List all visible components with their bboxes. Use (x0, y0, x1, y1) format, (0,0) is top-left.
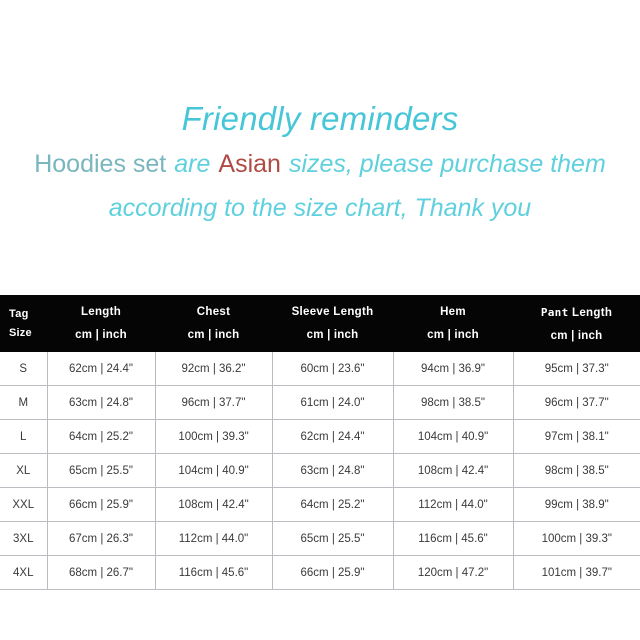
tag-size-line1: Tag (9, 308, 29, 320)
table-header: Tag Size Length cm | inch Chest cm | inc… (0, 295, 640, 352)
cell-length: 65cm | 25.5" (47, 453, 156, 488)
cell-hem: 98cm | 38.5" (393, 385, 514, 420)
column-header-pant-length: Pant Length cm | inch (513, 295, 640, 352)
cell-hem: 108cm | 42.4" (393, 453, 514, 488)
cell-length: 62cm | 24.4" (47, 352, 156, 386)
pant-header-label-mono: Pant (540, 305, 569, 319)
reminder-lead-text: Hoodies set (34, 150, 167, 178)
table-body: S 62cm | 24.4" 92cm | 36.2" 60cm | 23.6"… (0, 352, 640, 590)
cell-sleeve: 66cm | 25.9" (272, 555, 394, 590)
cell-tag: XXL (0, 487, 48, 522)
cell-length: 68cm | 26.7" (47, 555, 156, 590)
cell-hem: 120cm | 47.2" (393, 555, 514, 590)
chest-header-label: Chest (196, 306, 231, 318)
cell-chest: 112cm | 44.0" (155, 521, 273, 556)
column-header-hem: Hem cm | inch (393, 295, 513, 352)
table-row: M 63cm | 24.8" 96cm | 37.7" 61cm | 24.0"… (0, 385, 640, 420)
reminder-line-2: Hoodies set are Asian sizes, please purchas… (0, 142, 640, 186)
reminder-line-3: according to the size chart, Thank you (108, 194, 532, 222)
chest-header-unit: cm | inch (187, 329, 240, 341)
table-row: L 64cm | 25.2" 100cm | 39.3" 62cm | 24.4… (0, 419, 640, 454)
cell-pant: 96cm | 37.7" (513, 385, 640, 420)
sleeve-header-unit: cm | inch (306, 329, 359, 341)
table-row: 3XL 67cm | 26.3" 112cm | 44.0" 65cm | 25… (0, 521, 640, 556)
cell-sleeve: 60cm | 23.6" (272, 352, 394, 386)
cell-sleeve: 61cm | 24.0" (272, 385, 394, 420)
cell-chest: 96cm | 37.7" (155, 385, 273, 420)
cell-length: 64cm | 25.2" (47, 419, 156, 454)
cell-length: 67cm | 26.3" (47, 521, 156, 556)
cell-pant: 95cm | 37.3" (513, 352, 640, 386)
cell-pant: 100cm | 39.3" (513, 521, 640, 556)
cell-length: 63cm | 24.8" (47, 385, 156, 420)
cell-chest: 100cm | 39.3" (155, 419, 273, 454)
cell-tag: 4XL (0, 555, 48, 590)
cell-hem: 116cm | 45.6" (393, 521, 514, 556)
tag-size-line2: Size (9, 327, 32, 339)
friendly-reminder-block: Friendly reminders Hoodies set are Asian si… (0, 96, 640, 230)
cell-tag: L (0, 419, 48, 454)
cell-chest: 108cm | 42.4" (155, 487, 273, 522)
column-header-sleeve-length: Sleeve Length cm | inch (272, 295, 393, 352)
reminder-title: Friendly reminders (181, 100, 459, 137)
cell-hem: 112cm | 44.0" (393, 487, 514, 522)
sleeve-header-label: Sleeve Length (291, 306, 374, 318)
length-header-label: Length (80, 306, 122, 318)
table-row: XL 65cm | 25.5" 104cm | 40.9" 63cm | 24.… (0, 453, 640, 488)
cell-tag: S (0, 352, 48, 386)
cell-tag: M (0, 385, 48, 420)
cell-sleeve: 62cm | 24.4" (272, 419, 394, 454)
table-row: XXL 66cm | 25.9" 108cm | 42.4" 64cm | 25… (0, 487, 640, 522)
pant-header-unit: cm | inch (550, 329, 603, 342)
pant-header-label-rest: Length (572, 306, 613, 319)
cell-chest: 116cm | 45.6" (155, 555, 273, 590)
reminder-accent-asian: Asian (218, 150, 281, 178)
cell-pant: 101cm | 39.7" (513, 555, 640, 590)
column-header-length: Length cm | inch (47, 295, 155, 352)
reminder-rest-text: sizes, please purchase them (288, 150, 606, 178)
table-row: S 62cm | 24.4" 92cm | 36.2" 60cm | 23.6"… (0, 352, 640, 386)
column-header-chest: Chest cm | inch (155, 295, 272, 352)
cell-sleeve: 63cm | 24.8" (272, 453, 394, 488)
reminder-are-text: are (174, 150, 211, 178)
cell-tag: 3XL (0, 521, 48, 556)
cell-sleeve: 64cm | 25.2" (272, 487, 394, 522)
cell-tag: XL (0, 453, 48, 488)
cell-chest: 104cm | 40.9" (155, 453, 273, 488)
cell-pant: 99cm | 38.9" (513, 487, 640, 522)
size-chart-table: Tag Size Length cm | inch Chest cm | inc… (0, 295, 640, 590)
length-header-unit: cm | inch (75, 329, 127, 341)
size-chart-page: Friendly reminders Hoodies set are Asian si… (0, 0, 640, 640)
cell-length: 66cm | 25.9" (47, 487, 156, 522)
cell-sleeve: 65cm | 25.5" (272, 521, 394, 556)
cell-hem: 104cm | 40.9" (393, 419, 514, 454)
hem-header-unit: cm | inch (427, 329, 479, 341)
cell-pant: 97cm | 38.1" (513, 419, 640, 454)
header-row: Tag Size Length cm | inch Chest cm | inc… (0, 295, 640, 352)
column-header-tag-size: Tag Size (0, 295, 47, 352)
cell-chest: 92cm | 36.2" (155, 352, 273, 386)
table-row: 4XL 68cm | 26.7" 116cm | 45.6" 66cm | 25… (0, 555, 640, 590)
cell-hem: 94cm | 36.9" (393, 352, 514, 386)
cell-pant: 98cm | 38.5" (513, 453, 640, 488)
hem-header-label: Hem (440, 306, 466, 318)
